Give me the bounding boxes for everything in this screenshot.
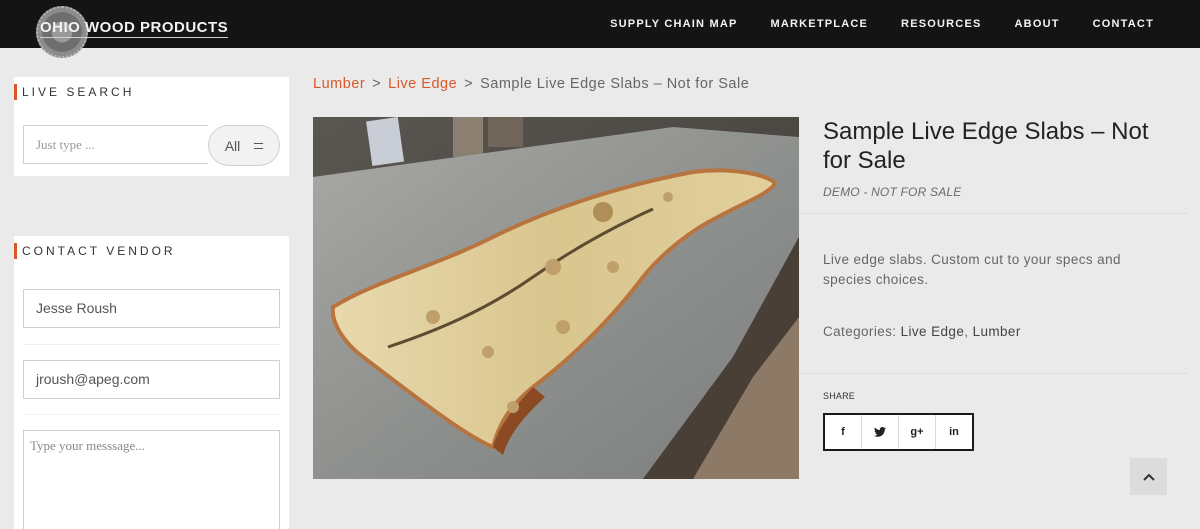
search-input[interactable]: Just type ...: [23, 125, 208, 164]
category-separator: ,: [964, 324, 969, 339]
contact-vendor-widget: CONTACT VENDOR Jesse Roush jroush@apeg.c…: [14, 236, 289, 529]
email-field[interactable]: jroush@apeg.com: [23, 360, 280, 399]
breadcrumb-lumber[interactable]: Lumber: [313, 76, 365, 92]
breadcrumb-current: Sample Live Edge Slabs – Not for Sale: [480, 76, 750, 92]
field-divider: [23, 344, 280, 345]
breadcrumb-live-edge[interactable]: Live Edge: [388, 76, 457, 92]
nav-contact[interactable]: CONTACT: [1093, 18, 1154, 30]
live-edge-slab-photo: [313, 117, 799, 479]
share-buttons: f g+ in: [823, 413, 974, 451]
main-nav: SUPPLY CHAIN MAP MARKETPLACE RESOURCES A…: [610, 0, 1154, 48]
product-categories: Categories: Live Edge, Lumber: [823, 324, 1021, 339]
product-image[interactable]: [313, 117, 799, 479]
linkedin-share-button[interactable]: in: [936, 415, 972, 449]
message-textarea[interactable]: Type your messsage...: [23, 430, 280, 529]
menu-lines-icon: [254, 142, 264, 149]
category-live-edge[interactable]: Live Edge: [901, 324, 965, 339]
nav-marketplace[interactable]: MARKETPLACE: [771, 18, 869, 30]
divider: [799, 213, 1188, 214]
twitter-share-button[interactable]: [862, 415, 899, 449]
breadcrumb: Lumber > Live Edge > Sample Live Edge Slabs …: [313, 76, 749, 92]
facebook-share-button[interactable]: f: [825, 415, 862, 449]
product-title: Sample Live Edge Slabs – Not for Sale: [823, 118, 1149, 174]
live-search-title: LIVE SEARCH: [14, 84, 134, 100]
search-filter-dropdown[interactable]: All: [208, 125, 280, 166]
twitter-bird-icon: [874, 427, 886, 437]
back-to-top-button[interactable]: [1130, 458, 1167, 495]
field-divider: [23, 414, 280, 415]
breadcrumb-separator: >: [464, 76, 474, 92]
categories-label: Categories:: [823, 324, 897, 339]
live-search-widget: LIVE SEARCH Just type ... All: [14, 77, 289, 176]
category-lumber[interactable]: Lumber: [973, 324, 1021, 339]
nav-supply-chain-map[interactable]: SUPPLY CHAIN MAP: [610, 18, 737, 30]
chevron-up-icon: [1142, 473, 1155, 481]
product-description: Live edge slabs. Custom cut to your spec…: [823, 252, 1121, 287]
divider: [799, 373, 1188, 374]
logo-text: OHIO WOOD PRODUCTS: [40, 18, 229, 38]
nav-about[interactable]: ABOUT: [1015, 18, 1060, 30]
nav-resources[interactable]: RESOURCES: [901, 18, 981, 30]
share-label: SHARE: [823, 391, 856, 401]
contact-vendor-title: CONTACT VENDOR: [14, 243, 176, 259]
name-field[interactable]: Jesse Roush: [23, 289, 280, 328]
site-logo[interactable]: OHIO WOOD PRODUCTS: [36, 6, 229, 58]
breadcrumb-separator: >: [372, 76, 382, 92]
google-plus-share-button[interactable]: g+: [899, 415, 936, 449]
top-navbar: OHIO WOOD PRODUCTS SUPPLY CHAIN MAP MARK…: [0, 0, 1200, 58]
search-filter-label: All: [224, 137, 241, 154]
product-subtitle: DEMO - NOT FOR SALE: [823, 185, 962, 199]
